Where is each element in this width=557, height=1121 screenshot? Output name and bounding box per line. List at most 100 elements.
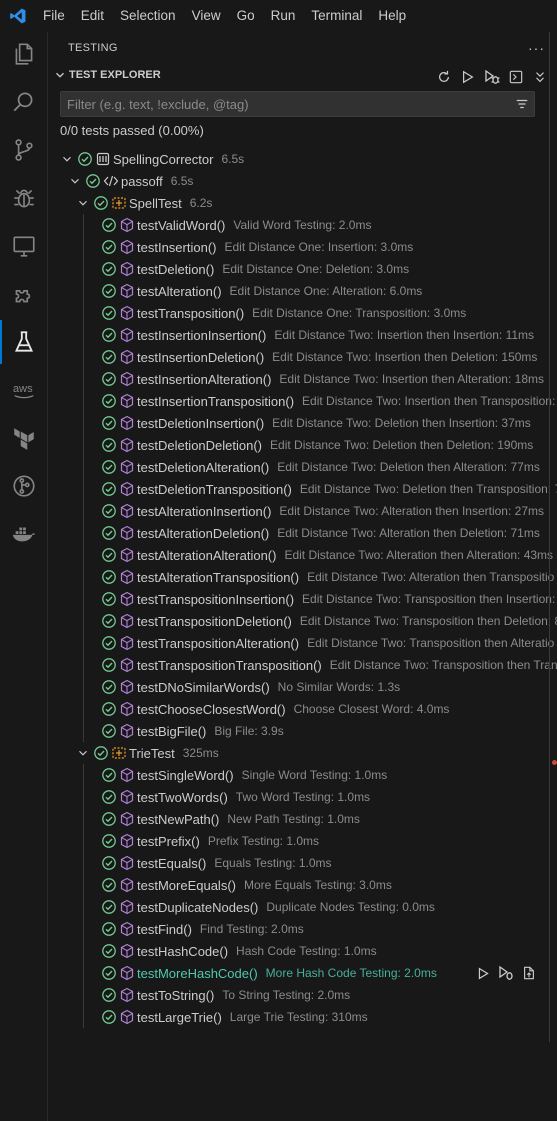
testing-icon[interactable] — [0, 320, 48, 364]
chevron-down-icon[interactable] — [75, 745, 91, 761]
test-duration: Edit Distance Two: Deletion then Alterat… — [277, 460, 540, 474]
test-item[interactable]: testDeletion() Edit Distance One: Deletio… — [49, 258, 557, 280]
docker-icon[interactable] — [0, 512, 48, 556]
aws-icon[interactable]: aws — [0, 368, 48, 412]
run-debug-icon[interactable] — [0, 176, 48, 220]
chevron-down-icon[interactable] — [67, 173, 83, 189]
chevron-down-icon[interactable] — [75, 195, 91, 211]
passed-icon — [101, 459, 117, 475]
test-name: testValidWord() — [137, 217, 226, 233]
tree-item-spellingcorrector[interactable]: SpellingCorrector 6.5s — [49, 148, 557, 170]
test-item[interactable]: testInsertionAlteration() Edit Distance T… — [49, 368, 557, 390]
collapse-all-icon[interactable] — [531, 68, 549, 86]
test-item[interactable]: testDuplicateNodes() Duplicate Nodes Test… — [49, 896, 557, 918]
test-item[interactable]: testInsertionDeletion() Edit Distance Two… — [49, 346, 557, 368]
test-item[interactable]: testNewPath() New Path Testing: 1.0ms — [49, 808, 557, 830]
test-item[interactable]: testTranspositionTransposition() Edit Dis… — [49, 654, 557, 676]
method-icon — [119, 613, 135, 629]
show-output-icon[interactable] — [507, 68, 525, 86]
test-name: testBigFile() — [137, 723, 207, 739]
menu-edit[interactable]: Edit — [74, 0, 113, 32]
test-item[interactable]: testInsertionTransposition() Edit Distanc… — [49, 390, 557, 412]
tree-item-spelltest[interactable]: SpellTest 6.2s — [49, 192, 557, 214]
test-item[interactable]: testBigFile() Big File: 3.9s — [49, 720, 557, 742]
test-duration: 6.5s — [170, 174, 194, 188]
tree-item-trietest[interactable]: TrieTest 325ms — [49, 742, 557, 764]
test-item[interactable]: testDeletionInsertion() Edit Distance Two… — [49, 412, 557, 434]
more-actions-icon[interactable]: ··· — [528, 40, 545, 56]
test-item[interactable]: testValidWord() Valid Word Testing: 2.0ms — [49, 214, 557, 236]
test-item[interactable]: testPrefix() Prefix Testing: 1.0ms — [49, 830, 557, 852]
passed-icon — [101, 701, 117, 717]
test-item[interactable]: testAlterationAlteration() Edit Distance … — [49, 544, 557, 566]
debug-test-icon[interactable] — [497, 964, 515, 982]
test-item[interactable]: testTransposition() Edit Distance One: Tr… — [49, 302, 557, 324]
test-item[interactable]: testTranspositionDeletion() Edit Distance… — [49, 610, 557, 632]
menu-bar: File Edit Selection View Go Run Terminal… — [0, 0, 557, 32]
passed-icon — [101, 657, 117, 673]
test-item[interactable]: testAlteration() Edit Distance One: Alter… — [49, 280, 557, 302]
menu-selection[interactable]: Selection — [113, 0, 185, 32]
chevron-down-icon[interactable] — [59, 151, 75, 167]
test-item[interactable]: testChooseClosestWord() Choose Closest Wo… — [49, 698, 557, 720]
test-item[interactable]: testHashCode() Hash Code Testing: 1.0ms — [49, 940, 557, 962]
test-item[interactable]: testTwoWords() Two Word Testing: 1.0ms — [49, 786, 557, 808]
test-summary: 0/0 tests passed (0.00%) — [60, 123, 204, 138]
remote-explorer-icon[interactable] — [0, 224, 48, 268]
test-item[interactable]: testAlterationDeletion() Edit Distance Tw… — [49, 522, 557, 544]
tree-item-passoff[interactable]: passoff 6.5s — [49, 170, 557, 192]
terraform-icon[interactable] — [0, 416, 48, 460]
menu-go[interactable]: Go — [230, 0, 264, 32]
test-item[interactable]: testTranspositionAlteration() Edit Distan… — [49, 632, 557, 654]
menu-help[interactable]: Help — [371, 0, 415, 32]
test-item[interactable]: testInsertion() Edit Distance One: Insert… — [49, 236, 557, 258]
test-item[interactable]: testDeletionTransposition() Edit Distance… — [49, 478, 557, 500]
debug-all-icon[interactable] — [483, 68, 501, 86]
test-item[interactable]: testAlterationInsertion() Edit Distance T… — [49, 500, 557, 522]
source-control-icon[interactable] — [0, 128, 48, 172]
run-all-icon[interactable] — [459, 68, 477, 86]
explorer-icon[interactable] — [0, 32, 48, 76]
test-name: testEquals() — [137, 855, 207, 871]
extensions-icon[interactable] — [0, 272, 48, 316]
test-item[interactable]: testAlterationTransposition() Edit Distan… — [49, 566, 557, 588]
git-graph-icon[interactable] — [0, 464, 48, 508]
test-name: testPrefix() — [137, 833, 200, 849]
test-name: testTranspositionInsertion() — [137, 591, 295, 607]
test-item[interactable]: testMoreEquals() More Equals Testing: 3.0… — [49, 874, 557, 896]
menu-run[interactable]: Run — [264, 0, 305, 32]
method-icon — [119, 921, 135, 937]
test-duration: No Similar Words: 1.3s — [277, 680, 401, 694]
menu-view[interactable]: View — [185, 0, 230, 32]
method-icon — [119, 811, 135, 827]
test-item[interactable]: testTranspositionInsertion() Edit Distanc… — [49, 588, 557, 610]
refresh-icon[interactable] — [435, 68, 453, 86]
test-item[interactable]: testToString() To String Testing: 2.0ms — [49, 984, 557, 1006]
menu-file[interactable]: File — [36, 0, 74, 32]
test-item[interactable]: testEquals() Equals Testing: 1.0ms — [49, 852, 557, 874]
method-icon — [119, 1009, 135, 1025]
filter-input[interactable]: Filter (e.g. text, !exclude, @tag) — [60, 91, 535, 117]
test-item[interactable]: testSingleWord() Single Word Testing: 1.0… — [49, 764, 557, 786]
passed-icon — [101, 305, 117, 321]
passed-icon — [101, 591, 117, 607]
test-name: testNewPath() — [137, 811, 220, 827]
test-item[interactable]: testDeletionDeletion() Edit Distance Two:… — [49, 434, 557, 456]
chevron-down-icon — [56, 72, 64, 78]
test-item[interactable]: testDNoSimilarWords() No Similar Words: 1… — [49, 676, 557, 698]
filter-icon[interactable] — [515, 97, 529, 111]
test-item[interactable]: testDeletionAlteration() Edit Distance Tw… — [49, 456, 557, 478]
menu-terminal[interactable]: Terminal — [304, 0, 371, 32]
run-test-icon[interactable] — [474, 964, 492, 982]
test-item[interactable]: testLargeTrie() Large Trie Testing: 310ms — [49, 1006, 557, 1028]
go-to-test-icon[interactable] — [520, 964, 538, 982]
search-icon[interactable] — [0, 80, 48, 124]
test-duration: Two Word Testing: 1.0ms — [235, 790, 371, 804]
test-item[interactable]: testInsertionInsertion() Edit Distance Tw… — [49, 324, 557, 346]
test-item[interactable]: testFind() Find Testing: 2.0ms — [49, 918, 557, 940]
test-name: testAlterationDeletion() — [137, 525, 270, 541]
